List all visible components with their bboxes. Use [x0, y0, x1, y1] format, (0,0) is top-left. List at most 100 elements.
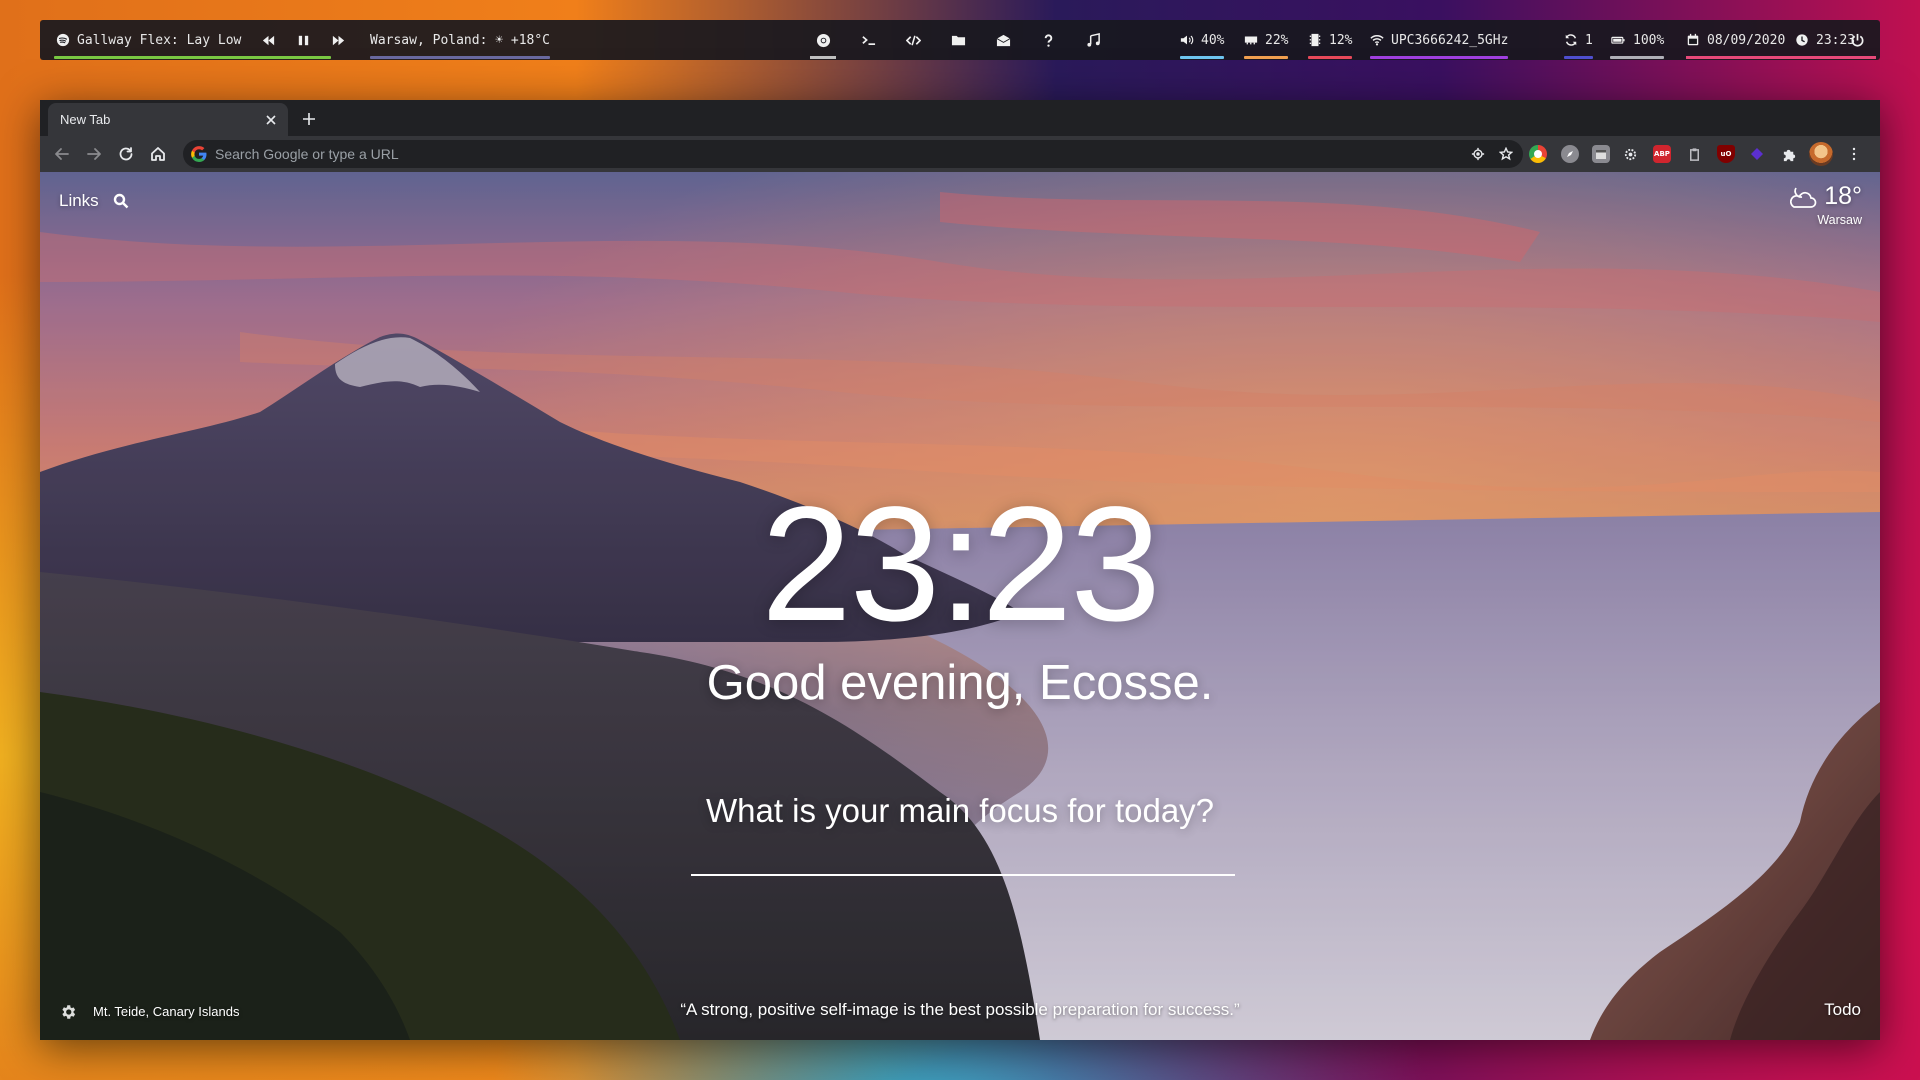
ext-calendar[interactable] — [1592, 145, 1610, 163]
clipboard-icon — [1689, 147, 1699, 161]
omnibox-input[interactable] — [215, 146, 1467, 162]
music-note-icon — [1086, 32, 1100, 47]
spotify-icon — [56, 33, 70, 47]
updates-module[interactable]: 1 — [1564, 20, 1593, 60]
search-icon[interactable] — [113, 193, 129, 209]
volume-value: 40% — [1201, 32, 1225, 48]
ext-compass[interactable] — [1561, 145, 1579, 163]
google-icon — [191, 146, 207, 162]
mail-launcher[interactable] — [988, 20, 1018, 60]
ext-settings-gear[interactable] — [1621, 145, 1639, 163]
weather-module: Warsaw, Poland: ☀ +18°C — [370, 20, 551, 60]
ext-clipboard[interactable] — [1685, 145, 1703, 163]
code-launcher[interactable] — [898, 20, 928, 60]
cpu-value: 12% — [1329, 32, 1353, 48]
memory-underline — [1244, 56, 1289, 59]
previous-icon — [262, 35, 274, 45]
ext-purple-diamond[interactable] — [1748, 145, 1766, 163]
wifi-underline — [1370, 56, 1509, 59]
links-menu[interactable]: Links — [59, 191, 129, 211]
volume-icon — [1180, 33, 1194, 47]
ext-chrome-color-dot — [1534, 150, 1542, 158]
pause-button[interactable] — [288, 20, 318, 60]
battery-icon — [1610, 33, 1626, 47]
wifi-ssid: UPC3666242_5GHz — [1391, 32, 1509, 48]
memory-module: 22% — [1244, 20, 1289, 60]
partly-cloudy-night-icon — [1790, 187, 1817, 208]
cpu-icon — [1308, 33, 1322, 47]
next-icon — [332, 35, 344, 45]
updates-count: 1 — [1585, 32, 1593, 48]
mail-icon — [996, 34, 1010, 46]
tab-close-button[interactable] — [262, 111, 280, 129]
files-launcher[interactable] — [943, 20, 973, 60]
forward-button[interactable] — [82, 142, 106, 166]
star-icon — [1499, 147, 1513, 161]
wifi-icon — [1370, 33, 1384, 47]
music-launcher[interactable] — [1078, 20, 1108, 60]
daily-quote: “A strong, positive self-image is the be… — [680, 1000, 1240, 1019]
diamond-icon — [1751, 148, 1763, 160]
chrome-launcher[interactable] — [808, 20, 838, 60]
power-button[interactable] — [1842, 20, 1872, 60]
puzzle-icon — [1783, 149, 1795, 161]
browser-menu-button[interactable] — [1842, 142, 1866, 166]
code-icon — [905, 35, 921, 45]
ext-chrome-color[interactable] — [1529, 145, 1547, 163]
terminal-launcher[interactable] — [853, 20, 883, 60]
terminal-icon — [861, 35, 875, 45]
browser-toolbar: ABP uO — [40, 136, 1880, 172]
arrow-right-icon — [87, 148, 101, 160]
weather-text: Warsaw, Poland: ☀ +18°C — [370, 32, 551, 48]
extensions-menu-button[interactable] — [1780, 145, 1798, 163]
focus-input[interactable] — [691, 832, 1235, 876]
todo-button[interactable]: Todo — [1824, 1000, 1861, 1020]
date-value: 08/09/2020 — [1707, 32, 1786, 48]
volume-module[interactable]: 40% — [1180, 20, 1225, 60]
new-tab-button[interactable] — [298, 108, 320, 130]
wifi-module[interactable]: UPC3666242_5GHz — [1370, 20, 1509, 60]
cpu-underline — [1308, 56, 1353, 59]
profile-avatar[interactable] — [1809, 142, 1833, 166]
tab-strip: New Tab — [40, 100, 1880, 136]
help-launcher[interactable] — [1033, 20, 1063, 60]
arrow-left-icon — [55, 148, 69, 160]
bookmark-star-button[interactable] — [1495, 143, 1517, 165]
links-label: Links — [59, 191, 99, 210]
cpu-module: 12% — [1308, 20, 1353, 60]
media-now-playing[interactable]: Gallway Flex: Lay Low — [54, 20, 332, 60]
weather-location: Warsaw — [1817, 213, 1862, 227]
ext-adblock-plus[interactable]: ABP — [1653, 145, 1671, 163]
omnibox[interactable] — [183, 140, 1523, 168]
chrome-launcher-underline — [810, 56, 836, 59]
location-button[interactable] — [1467, 143, 1489, 165]
calendar-ext-icon — [1596, 150, 1606, 159]
memory-value: 22% — [1265, 32, 1289, 48]
gear-ext-icon — [1624, 148, 1636, 160]
home-button[interactable] — [146, 142, 170, 166]
kebab-menu-icon — [1852, 147, 1856, 161]
date-module[interactable]: 08/09/2020 — [1686, 20, 1785, 60]
weather-temperature: 18° — [1824, 182, 1862, 210]
battery-module: 100% — [1610, 20, 1665, 60]
tab-new-tab[interactable]: New Tab — [48, 103, 288, 136]
main-clock: 23:23 — [761, 472, 1161, 655]
ext-ublock-origin[interactable]: uO — [1717, 145, 1735, 163]
back-button[interactable] — [50, 142, 74, 166]
focus-question: What is your main focus for today? — [705, 792, 1215, 829]
next-track-button[interactable] — [323, 20, 353, 60]
browser-window: New Tab Search Google or type a URL ABP … — [40, 100, 1880, 1040]
volume-underline — [1180, 56, 1225, 59]
reload-button[interactable] — [114, 142, 138, 166]
power-icon — [1851, 33, 1863, 47]
home-icon — [151, 147, 165, 161]
memory-icon — [1244, 33, 1258, 47]
close-icon — [266, 115, 276, 125]
weather-underline — [370, 56, 551, 59]
calendar-icon — [1686, 33, 1700, 47]
compass-icon — [1567, 151, 1573, 157]
previous-track-button[interactable] — [253, 20, 283, 60]
weather-widget[interactable]: 18° Warsaw — [1788, 182, 1862, 227]
tab-title: New Tab — [60, 112, 111, 127]
updates-underline — [1564, 56, 1593, 59]
